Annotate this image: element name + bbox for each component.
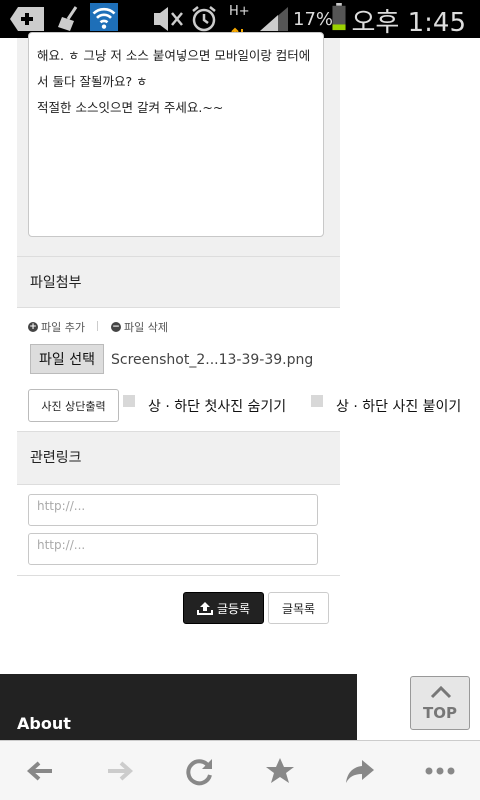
back-icon[interactable] [24,755,56,787]
choose-file-button[interactable]: 파일 선택 [30,344,104,374]
footer-about-heading: About [17,714,71,733]
delete-file-button[interactable]: − 파일 삭제 [110,319,168,335]
forward-icon[interactable] [104,755,136,787]
mute-icon [154,7,183,31]
attachment-section-header: 파일첨부 [17,256,340,308]
photo-top-print-button[interactable]: 사진 상단출력 [28,389,119,422]
upload-icon [196,602,213,615]
file-actions: + 파일 추가 − 파일 삭제 [28,319,168,335]
editor-panel: 해요. ㅎ 그냥 저 소스 붙여넣으면 모바일이랑 컴터에 서 둘다 잘될까요?… [17,32,340,256]
hide-first-photo-checkbox[interactable] [123,395,135,407]
browser-toolbar [0,740,480,800]
minus-circle-icon: − [110,322,121,332]
signal-strength-icon [260,7,288,31]
attachment-section-title: 파일첨부 [30,275,82,291]
network-type-label: H+ [229,4,250,19]
reload-icon[interactable] [184,755,216,787]
add-file-label: 파일 추가 [41,321,85,334]
scroll-top-label: TOP [423,704,457,722]
scroll-top-button[interactable]: TOP [410,676,470,730]
add-notification-icon [10,7,44,31]
share-icon[interactable] [344,755,376,787]
action-separator [97,321,99,331]
related-link-input-1[interactable]: http://... [28,494,318,526]
alarm-icon [192,6,216,32]
chevron-up-icon [430,685,452,699]
links-section-title: 관련링크 [30,450,82,466]
clock-time: 오후 1:45 [351,8,467,38]
content-line: 해요. ㅎ 그냥 저 소스 붙여넣으면 모바일이랑 컴터에 [37,48,311,63]
attach-photos-checkbox[interactable] [311,395,323,407]
more-icon[interactable] [424,755,456,787]
bookmark-star-icon[interactable] [264,755,296,787]
content-textarea[interactable]: 해요. ㅎ 그냥 저 소스 붙여넣으면 모바일이랑 컴터에 서 둘다 잘될까요?… [28,32,324,237]
submit-post-label: 글등록 [216,601,251,616]
battery-percent: 17% [293,9,334,30]
cleanup-broom-icon [58,6,78,31]
links-section-header: 관련링크 [17,431,340,485]
page-content: 해요. ㅎ 그냥 저 소스 붙여넣으면 모바일이랑 컴터에 서 둘다 잘될까요?… [0,32,480,740]
post-list-button[interactable]: 글목록 [268,592,329,624]
content-line: 적절한 소스잇으면 갈켜 주세요.~~ [37,100,224,115]
chosen-file-name: Screenshot_2...13-39-39.png [111,352,314,368]
hide-first-photo-label: 상 · 하단 첫사진 숨기기 [148,399,287,415]
battery-icon [332,3,346,31]
wifi-icon [90,3,118,31]
form-divider [17,575,340,576]
plus-circle-icon: + [28,322,38,332]
delete-file-label: 파일 삭제 [123,321,168,334]
add-file-button[interactable]: + 파일 추가 [28,319,85,335]
attach-photos-label: 상 · 하단 사진 붙이기 [336,399,462,415]
content-line: 서 둘다 잘될까요? ㅎ [37,74,148,89]
related-link-input-2[interactable]: http://... [28,533,318,565]
footer: About [0,674,357,740]
submit-post-button[interactable]: 글등록 [183,592,264,624]
